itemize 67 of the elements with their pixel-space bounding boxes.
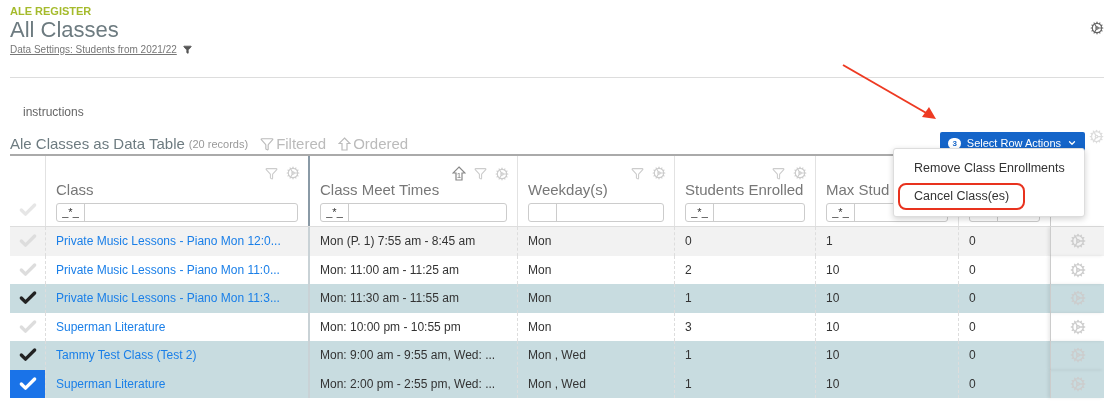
- table-cell-text: 0: [969, 233, 976, 251]
- selected-count-badge: 3: [948, 137, 961, 149]
- sort-order-badge[interactable]: 1: [452, 166, 466, 181]
- table-cell-text: Mon: [528, 261, 552, 279]
- instructions-text: instructions: [23, 104, 85, 121]
- table-row[interactable]: Private Music Lessons - Piano Mon 11:3... Mon: 11:30 am - 11:55 am Mon 1 10 0: [10, 284, 1104, 313]
- table-cell-text: Mon: 11:30 am - 11:55 am: [320, 290, 459, 308]
- table-cell-text: Mon , Wed: [528, 347, 586, 365]
- table-cell-text: 2: [685, 261, 692, 279]
- table-cell-text: Mon: [528, 318, 552, 336]
- table-cell-text: Mon: [528, 233, 552, 251]
- page-title: All Classes: [10, 18, 119, 42]
- table-cell-text: 0: [969, 318, 976, 336]
- row-settings-icon[interactable]: [1069, 261, 1086, 278]
- table-cell-text: 10: [826, 261, 840, 279]
- ordered-label: Ordered: [353, 133, 409, 154]
- column-filter-field[interactable]: _*_: [320, 203, 507, 222]
- table-row[interactable]: Superman Literature Mon: 2:00 pm - 2:55 pm, Wed: ... Mon , Wed 1 10 0: [10, 369, 1104, 398]
- table-cell-text: 0: [969, 375, 976, 393]
- table-row[interactable]: Private Music Lessons - Piano Mon 12:0... Mon (P. 1) 7:55 am - 8:45 am Mon 0 1 0: [10, 227, 1104, 256]
- table-cell-text: 1: [685, 375, 692, 393]
- data-settings-link[interactable]: Data Settings: Students from 2021/22: [10, 42, 177, 57]
- table-cell-text: Mon: [528, 290, 552, 308]
- column-filter-field[interactable]: [528, 203, 664, 222]
- filter-icon: [260, 137, 275, 151]
- table-row[interactable]: Tammy Test Class (Test 2) Mon: 9:00 am - 9:55 am, Wed: ... Mon , Wed 1 10 0: [10, 341, 1104, 370]
- table-cell-text: 0: [969, 347, 976, 365]
- table-cell-text: 3: [685, 318, 692, 336]
- class-link[interactable]: Private Music Lessons - Piano Mon 11:0...: [56, 260, 280, 279]
- row-settings-icon[interactable]: [1069, 318, 1086, 335]
- column-filter-field[interactable]: _*_: [685, 203, 805, 222]
- column-header: Class Meet Times: [320, 180, 440, 200]
- column-header: Students Enrolled: [685, 180, 804, 200]
- table-cell-text: 1: [685, 290, 692, 308]
- column-header: Max Stud: [826, 180, 890, 200]
- table-cell-text: 10: [826, 290, 840, 308]
- table-cell-text: 10: [826, 347, 840, 365]
- table-cell-text: Mon: 2:00 pm - 2:55 pm, Wed: ...: [320, 375, 496, 393]
- table-cell-text: 10: [826, 318, 840, 336]
- table-cell-text: Mon , Wed: [528, 375, 586, 393]
- menu-item[interactable]: Cancel Class(es): [898, 182, 1026, 210]
- column-header: Class: [56, 180, 94, 200]
- column-header: Weekday(s): [528, 180, 608, 200]
- table-cell-text: 10: [826, 375, 840, 393]
- column-filter-field[interactable]: _*_: [56, 203, 298, 222]
- record-count: (20 records): [188, 136, 249, 152]
- table-cell-text: Mon: 9:00 am - 9:55 am, Wed: ...: [320, 347, 496, 365]
- table-cell-text: 0: [685, 233, 692, 251]
- filter-icon[interactable]: [182, 45, 192, 54]
- row-checkbox[interactable]: [10, 369, 45, 398]
- row-settings-icon[interactable]: [1069, 233, 1086, 250]
- table-cell-text: 1: [685, 347, 692, 365]
- menu-item[interactable]: Remove Class Enrollments: [898, 155, 1081, 182]
- caret-icon: [1067, 138, 1077, 148]
- table-cell-text: Mon (P. 1) 7:55 am - 8:45 am: [320, 233, 476, 251]
- table-cell-text: Mon: 10:00 pm - 10:55 pm: [320, 318, 461, 336]
- table-cell-text: 0: [969, 290, 976, 308]
- class-link[interactable]: Private Music Lessons - Piano Mon 12:0...: [56, 232, 281, 251]
- table-cell-text: 0: [969, 261, 976, 279]
- class-link[interactable]: Superman Literature: [56, 317, 166, 336]
- module-label: ALE REGISTER: [10, 5, 93, 18]
- settings-icon[interactable]: [1090, 21, 1104, 35]
- table-title: Ale Classes as Data Table: [10, 133, 185, 154]
- table-cell-text: 1: [826, 233, 833, 251]
- filtered-label: Filtered: [276, 133, 327, 154]
- table-cell-text: Mon: 11:00 am - 11:25 am: [320, 261, 459, 279]
- ordered-icon: [338, 137, 352, 151]
